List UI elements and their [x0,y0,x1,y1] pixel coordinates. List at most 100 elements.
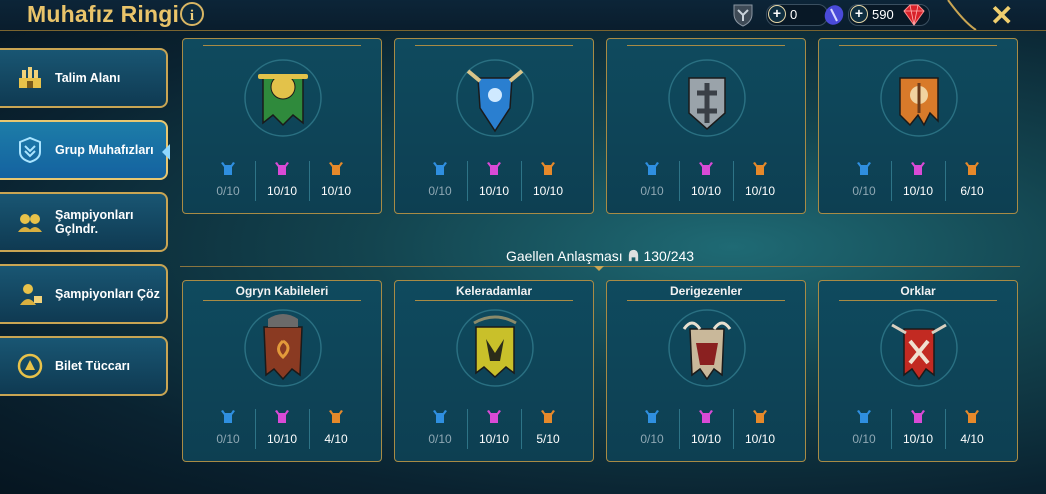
faction-banner-icon [880,59,958,137]
champion-counts: 0/10 10/10 5/10 [395,409,593,449]
faction-banner-icon [668,309,746,387]
sidebar-item-label: Şampiyonları Çöz [55,287,160,301]
faction-banner-icon [456,59,534,137]
faction-card[interactable]: 0/10 10/10 6/10 [818,38,1018,214]
epic-count-value: 10/10 [690,184,722,198]
champion-counts: 0/10 10/10 4/10 [183,409,381,449]
rare-helmet-icon [221,410,235,423]
legendary-count-value: 4/10 [960,432,984,446]
rare-helmet-icon [645,410,659,423]
faction-banner [238,53,328,143]
frame-ornament-icon [947,0,977,30]
faction-card[interactable]: 0/10 10/10 10/10 [394,38,594,214]
arena-icon [19,67,41,88]
card-title-divider [415,45,573,46]
champion-counts: 0/10 10/10 10/10 [183,161,381,201]
rare-count-value: 0/10 [640,184,664,198]
legendary-helmet-icon [541,410,555,423]
rare-count-value: 0/10 [216,184,240,198]
faction-guardians-icon [19,136,41,164]
faction-card-orcs[interactable]: Orklar 0/10 10/10 4/10 [818,280,1018,462]
legendary-helmet-icon [541,162,555,175]
info-button[interactable]: i [180,2,204,26]
sidebar-item-unlock-champions[interactable]: Şampiyonları Çöz [0,264,168,324]
epic-count-value: 10/10 [478,184,510,198]
card-title: Derigezenler [669,284,743,298]
gem-currency: + 590 [850,4,894,24]
group-progress: 130/243 [643,248,695,264]
epic-helmet-icon [487,162,501,175]
active-indicator [162,144,170,160]
legendary-helmet-icon [965,162,979,175]
champion-counts: 0/10 10/10 10/10 [395,161,593,201]
champion-counts: 0/10 10/10 6/10 [819,161,1017,201]
upgrade-champions-icon [18,214,42,232]
legendary-count-value: 10/10 [744,432,776,446]
faction-card-ogryn-tribes[interactable]: Ogryn Kabileleri 0/10 10/10 4/10 [182,280,382,462]
legendary-helmet-icon [329,162,343,175]
epic-count: 10/10 [254,161,309,201]
champion-counts: 0/10 10/10 10/10 [607,409,805,449]
epic-count: 10/10 [254,409,309,449]
sidebar-item-faction-guardians[interactable]: Grup Muhafızları [0,120,168,180]
rare-count: 0/10 [626,161,679,201]
epic-count: 10/10 [678,409,733,449]
group-name: Gaellen Anlaşması [505,248,623,264]
epic-helmet-icon [487,410,501,423]
sidebar-item-ticket-merchant[interactable]: Bilet Tüccarı [0,336,168,396]
faction-banner [450,303,540,393]
card-title: Orklar [900,284,936,298]
sidebar-item-label: Grup Muhafızları [55,143,154,157]
faction-card-skinwalkers[interactable]: Derigezenler 0/10 10/10 10/10 [606,280,806,462]
epic-count: 10/10 [466,161,521,201]
epic-count: 10/10 [890,161,945,201]
rare-count: 0/10 [202,161,255,201]
legendary-helmet-icon [329,410,343,423]
rare-count-value: 0/10 [216,432,240,446]
legendary-count-value: 4/10 [324,432,348,446]
legendary-helmet-icon [753,410,767,423]
rare-count-value: 0/10 [428,184,452,198]
rare-count: 0/10 [202,409,255,449]
faction-banner [238,303,328,393]
add-gems-button[interactable]: + [850,5,868,23]
rare-count: 0/10 [626,409,679,449]
faction-banner-icon [880,309,958,387]
faction-card[interactable]: 0/10 10/10 10/10 [606,38,806,214]
legendary-count: 10/10 [308,161,363,201]
add-silver-button[interactable]: + [768,5,786,23]
epic-helmet-icon [911,162,925,175]
card-title: Keleradamlar [455,284,533,298]
epic-helmet-icon [699,162,713,175]
epic-count-value: 10/10 [902,184,934,198]
shield-icon[interactable] [730,2,756,28]
legendary-count: 10/10 [732,161,787,201]
legendary-count-value: 10/10 [744,184,776,198]
energy-icon [824,5,844,25]
legendary-count: 10/10 [732,409,787,449]
sidebar-item-upgrade-champions[interactable]: Şampiyonları Gçlndr. [0,192,168,252]
close-button[interactable]: ✕ [990,0,1013,32]
epic-helmet-icon [699,410,713,423]
epic-count: 10/10 [890,409,945,449]
gem-value: 590 [872,6,894,22]
faction-card[interactable]: 0/10 10/10 10/10 [182,38,382,214]
card-title-divider [415,300,573,301]
sidebar-item-arena[interactable]: Talim Alanı [0,48,168,108]
epic-count-value: 10/10 [690,432,722,446]
sidebar-item-label: Talim Alanı [55,71,121,85]
sidebar-item-label: Bilet Tüccarı [55,359,131,373]
legendary-helmet-icon [965,410,979,423]
rare-count-value: 0/10 [428,432,452,446]
rare-helmet-icon [433,410,447,423]
faction-card-lizardmen[interactable]: Keleradamlar 0/10 10/10 5/10 [394,280,594,462]
group-caret-icon [594,266,604,271]
epic-count: 10/10 [466,409,521,449]
card-title-divider [203,300,361,301]
rare-helmet-icon [221,162,235,175]
helmet-icon [628,249,638,262]
rare-count: 0/10 [414,161,467,201]
legendary-count-value: 6/10 [960,184,984,198]
legendary-count: 10/10 [520,161,575,201]
faction-banner [662,303,752,393]
